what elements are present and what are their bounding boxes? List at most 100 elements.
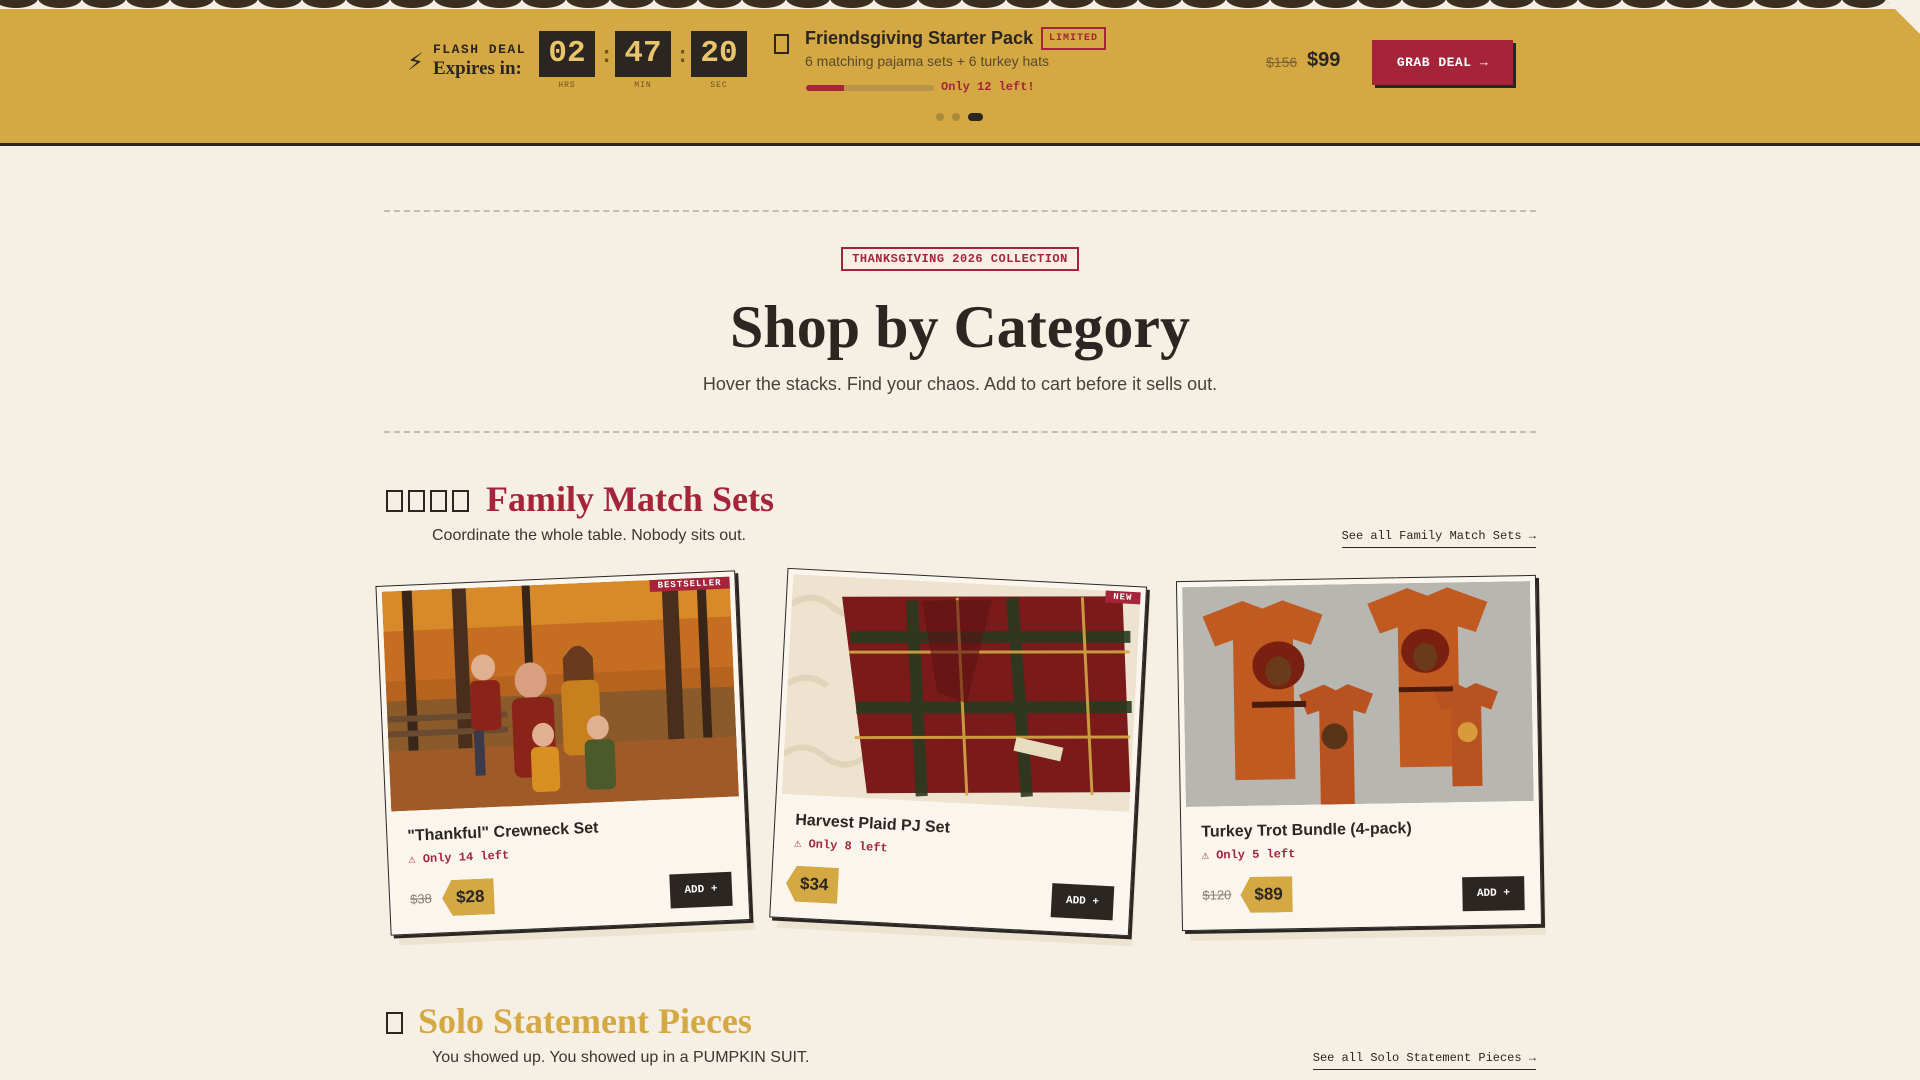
timer-hours: 02 [539,31,595,77]
timer-seconds: 20 [691,31,747,77]
scallop-segment [1446,0,1490,8]
person-icon [386,1012,408,1034]
timer-seconds-unit: SEC [710,81,728,90]
scallop-segment [522,0,566,8]
scallop-segment [258,0,302,8]
scallop-segment [1490,0,1534,8]
scallop-segment [1842,0,1886,8]
stock-progress-bar [806,85,934,91]
scallop-segment [1270,0,1314,8]
scallop-segment [610,0,654,8]
see-all-solo-link[interactable]: See all Solo Statement Pieces → [1312,1051,1536,1070]
scallop-segment [82,0,126,8]
scallop-segment [1578,0,1622,8]
product-name[interactable]: Harvest Plaid PJ Set [795,812,950,838]
scallop-segment [214,0,258,8]
scallop-segment [566,0,610,8]
scallop-segment [962,0,1006,8]
scallop-segment [38,0,82,8]
carousel-dot[interactable] [968,113,983,121]
carousel-dot[interactable] [936,113,944,121]
scallop-segment [390,0,434,8]
scallop-segment [434,0,478,8]
timer-colon: : [676,44,690,69]
scallop-segment [302,0,346,8]
scallop-segment [1050,0,1094,8]
divider [384,431,1536,433]
scallop-segment [1798,0,1842,8]
section-title-family: Family Match Sets [486,479,774,519]
scallop-segment [654,0,698,8]
lightning-icon: ⚡ [407,48,424,76]
page-title: Shop by Category [729,294,1191,360]
product-price-tag: $28 [441,878,495,916]
deal-title[interactable]: Friendsgiving Starter Pack [805,28,1033,49]
person-icon [430,490,447,512]
product-card-body[interactable]: NEW Harvest Plaid PJ Set ⚠ Only 8 left $… [769,567,1148,937]
scallop-segment [0,0,38,8]
product-card-body[interactable]: Turkey Trot Bundle (4-pack) ⚠ Only 5 lef… [1175,574,1542,932]
stock-warning: ⚠ Only 14 left [408,848,510,867]
scallop-segment [830,0,874,8]
scallop-segment [786,0,830,8]
product-card-body[interactable]: BESTSELLER "Thankful" Crewneck Set ⚠ Onl… [375,570,751,936]
scallop-segment [1138,0,1182,8]
flash-deal-banner: ⚡ FLASH DEAL Expires in: 02 HRS : 47 MIN… [0,0,1920,146]
product-name[interactable]: Turkey Trot Bundle (4-pack) [1201,820,1412,842]
grab-deal-button[interactable]: GRAB DEAL → [1372,40,1513,85]
product-old-price: $38 [409,890,433,907]
timer-colon: : [600,44,614,69]
deal-new-price: $99 [1307,49,1341,71]
timer-hours-unit: HRS [558,81,576,90]
family-icons [386,490,474,512]
scallop-segment [742,0,786,8]
scallop-segment [918,0,962,8]
deal-old-price: $156 [1266,54,1298,70]
scallop-segment [1314,0,1358,8]
badge-ribbon: NEW [1104,590,1141,605]
scallop-segment [1666,0,1710,8]
scallop-segment [1358,0,1402,8]
scallop-segment [346,0,390,8]
person-icon [386,1012,403,1034]
product-image-family-autumn [381,576,739,812]
see-all-family-link[interactable]: See all Family Match Sets → [1341,529,1536,548]
scallop-segment [1402,0,1446,8]
limited-badge: LIMITED [1041,27,1107,50]
scallop-segment [478,0,522,8]
person-icon [408,490,425,512]
product-old-price: $120 [1202,887,1232,903]
gift-icon [774,34,789,54]
product-image-plaid-pj [781,574,1141,813]
product-card[interactable]: Turkey Trot Bundle (4-pack) ⚠ Only 5 lef… [1175,574,1547,941]
page-subtitle: Hover the stacks. Find your chaos. Add t… [702,374,1218,394]
deal-subtitle: 6 matching pajama sets + 6 turkey hats [805,53,1049,69]
carousel-dot[interactable] [952,113,960,121]
product-card[interactable]: BESTSELLER "Thankful" Crewneck Set ⚠ Onl… [375,570,755,946]
product-card[interactable]: NEW Harvest Plaid PJ Set ⚠ Only 8 left $… [769,567,1151,947]
scallop-segment [170,0,214,8]
section-subtitle-family: Coordinate the whole table. Nobody sits … [432,527,746,544]
person-icon [452,490,469,512]
add-to-cart-button[interactable]: ADD + [1050,883,1115,921]
scallop-segment [874,0,918,8]
add-to-cart-button[interactable]: ADD + [1462,876,1525,912]
scallop-segment [126,0,170,8]
stock-warning: ⚠ Only 8 left [793,836,888,856]
scallop-segment [698,0,742,8]
section-subtitle-solo: You showed up. You showed up in a PUMPKI… [432,1049,810,1066]
corner-fold [1886,0,1920,34]
scallop-border [0,0,1920,9]
scallop-segment [1622,0,1666,8]
scallop-segment [1226,0,1270,8]
product-name[interactable]: "Thankful" Crewneck Set [407,820,599,846]
person-icon [386,490,403,512]
scallop-segment [1710,0,1754,8]
scallop-segment [1754,0,1798,8]
scallop-segment [1006,0,1050,8]
divider [384,210,1536,212]
product-price-tag: $34 [785,865,839,904]
add-to-cart-button[interactable]: ADD + [669,871,733,909]
scallop-segment [1534,0,1578,8]
stock-warning: ⚠ Only 5 left [1201,847,1296,863]
